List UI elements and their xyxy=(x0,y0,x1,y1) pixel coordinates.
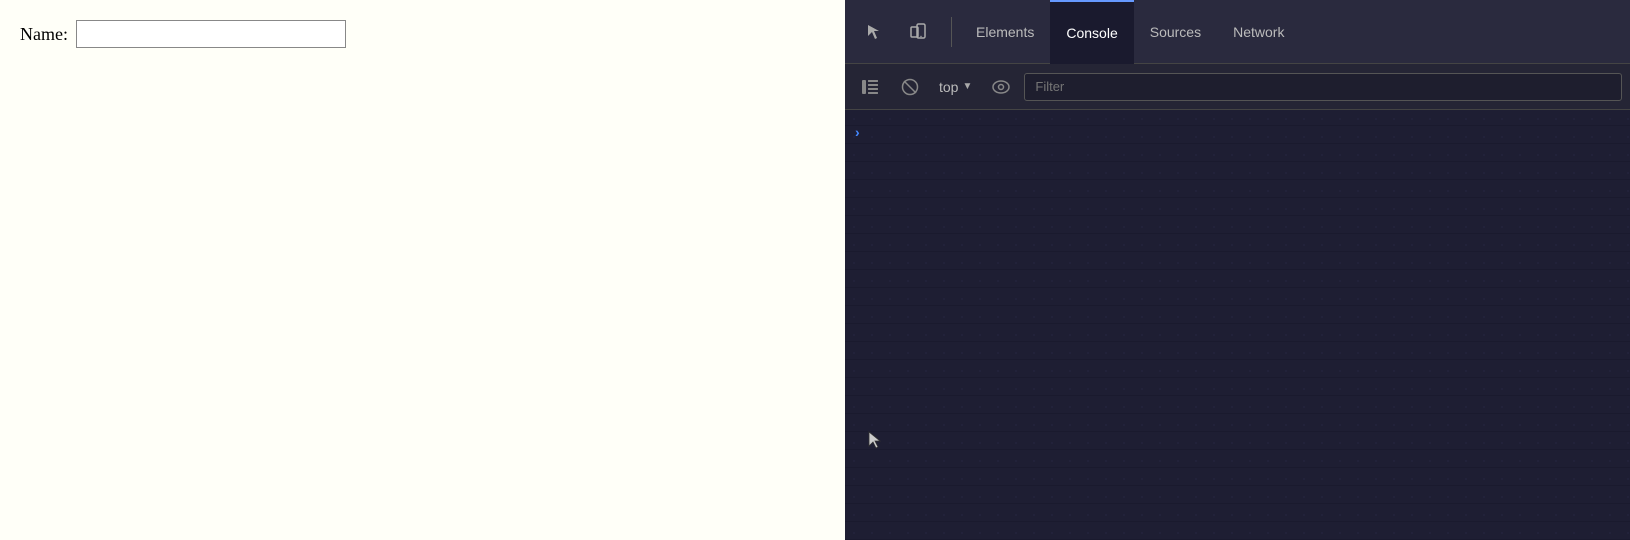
context-selector[interactable]: top ▼ xyxy=(933,75,978,99)
chevron-down-icon: ▼ xyxy=(962,81,972,92)
console-output-area[interactable]: › xyxy=(845,110,1630,540)
webpage-panel: Name: xyxy=(0,0,845,540)
tab-console[interactable]: Console xyxy=(1050,0,1133,64)
inspect-icon-button[interactable] xyxy=(855,12,895,52)
sidebar-toggle-button[interactable] xyxy=(853,70,887,104)
tab-separator xyxy=(951,17,952,47)
console-prompt-chevron: › xyxy=(855,124,860,140)
device-toggle-button[interactable] xyxy=(899,12,939,52)
tab-network[interactable]: Network xyxy=(1217,0,1300,64)
name-input[interactable] xyxy=(76,20,346,48)
tab-sources[interactable]: Sources xyxy=(1134,0,1217,64)
devtools-toolbar: top ▼ xyxy=(845,64,1630,110)
filter-input[interactable] xyxy=(1024,73,1622,101)
mouse-cursor xyxy=(867,430,883,450)
name-label: Name: xyxy=(20,20,68,48)
devtools-panel: Elements Console Sources Network xyxy=(845,0,1630,540)
clear-console-button[interactable] xyxy=(893,70,927,104)
devtools-tabs: Elements Console Sources Network xyxy=(845,0,1630,64)
tab-elements[interactable]: Elements xyxy=(960,0,1050,64)
live-expressions-button[interactable] xyxy=(984,70,1018,104)
